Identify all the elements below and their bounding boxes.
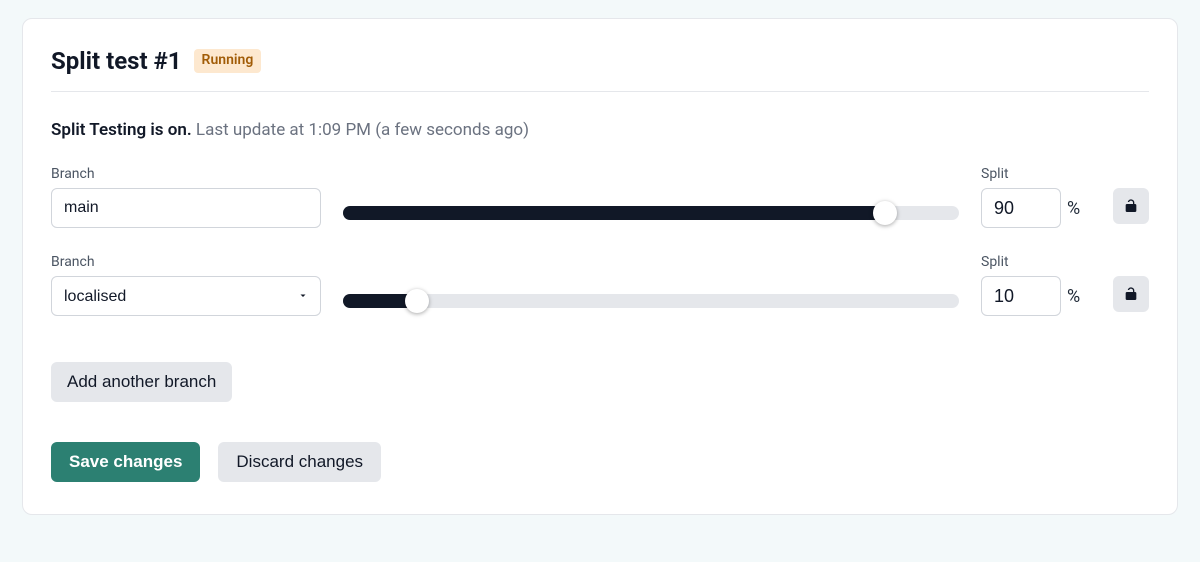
slider-track <box>343 294 959 308</box>
split-input[interactable] <box>981 188 1061 228</box>
lock-toggle[interactable] <box>1113 276 1149 312</box>
status-sub: Last update at 1:09 PM (a few seconds ag… <box>196 120 529 140</box>
branch-field: Branch <box>51 166 321 228</box>
split-test-card: Split test #1 Running Split Testing is o… <box>22 18 1178 515</box>
add-branch-button[interactable]: Add another branch <box>51 362 232 402</box>
status-line: Split Testing is on. Last update at 1:09… <box>51 120 1149 140</box>
footer-actions: Save changes Discard changes <box>51 442 1149 482</box>
slider-thumb[interactable] <box>405 289 429 313</box>
split-slider[interactable] <box>343 294 959 316</box>
branch-label: Branch <box>51 166 321 182</box>
split-input[interactable] <box>981 276 1061 316</box>
slider-track <box>343 206 959 220</box>
split-slider[interactable] <box>343 206 959 228</box>
percent-symbol: % <box>1067 286 1080 307</box>
lock-col <box>1113 276 1149 316</box>
lock-toggle[interactable] <box>1113 188 1149 224</box>
split-label: Split <box>981 254 1091 270</box>
discard-button[interactable]: Discard changes <box>218 442 381 482</box>
branch-row: Branch localised Split % <box>51 254 1149 316</box>
split-field: Split % <box>981 254 1091 316</box>
branch-field: Branch localised <box>51 254 321 316</box>
unlock-icon <box>1123 198 1139 214</box>
split-field: Split % <box>981 166 1091 228</box>
card-header: Split test #1 Running <box>51 47 1149 92</box>
branch-select-localised[interactable]: localised <box>51 276 321 316</box>
branch-row: Branch Split % <box>51 166 1149 228</box>
split-label: Split <box>981 166 1091 182</box>
percent-symbol: % <box>1067 198 1080 219</box>
status-main: Split Testing is on. <box>51 120 192 140</box>
status-badge: Running <box>194 49 262 73</box>
save-button[interactable]: Save changes <box>51 442 200 482</box>
unlock-icon <box>1123 286 1139 302</box>
lock-col <box>1113 188 1149 228</box>
branch-label: Branch <box>51 254 321 270</box>
card-title: Split test #1 <box>51 47 182 75</box>
branch-input-main[interactable] <box>51 188 321 228</box>
slider-fill <box>343 206 885 220</box>
slider-thumb[interactable] <box>873 201 897 225</box>
